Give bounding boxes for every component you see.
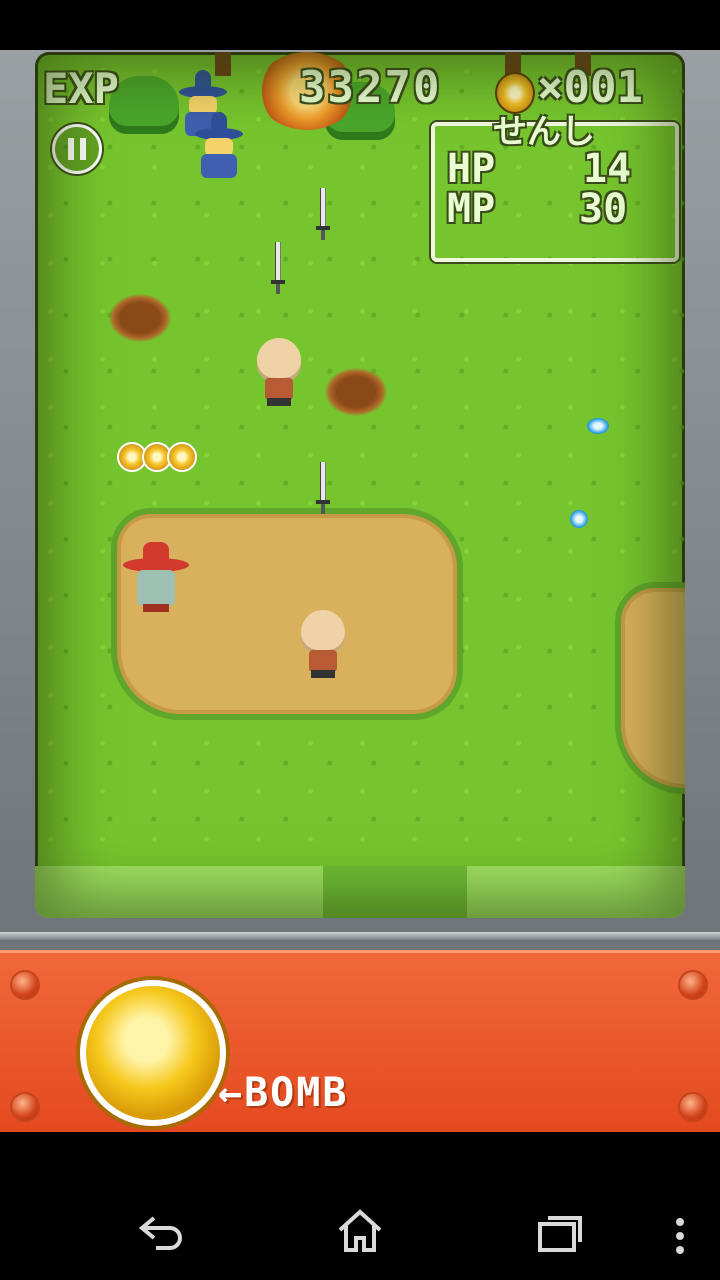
- game-screen[interactable]: EXP 33270 ×001 せんし HP 14 MP 30: [35, 52, 685, 918]
- pause-icon-bar: [80, 138, 86, 160]
- bezel-edge: [0, 932, 720, 940]
- blue-gem: [587, 418, 609, 434]
- rivet: [680, 1094, 706, 1120]
- bomb-button[interactable]: [80, 980, 226, 1126]
- class-name: せんし: [493, 112, 595, 152]
- sword-projectile: [271, 242, 285, 294]
- pause-icon: [68, 138, 74, 160]
- mp-value: 30: [579, 186, 628, 232]
- dirt-hole: [109, 294, 171, 342]
- pause-button[interactable]: [52, 124, 102, 174]
- exp-label: EXP: [43, 64, 119, 113]
- bush: [109, 76, 179, 134]
- back-icon[interactable]: [136, 1212, 184, 1260]
- home-icon[interactable]: [336, 1208, 384, 1262]
- dirt-hole: [325, 368, 387, 416]
- red-witch-enemy: [123, 542, 189, 614]
- sword-projectile: [316, 462, 330, 514]
- rivet: [12, 972, 38, 998]
- hero-character: [297, 610, 349, 680]
- grass-path: [323, 866, 467, 918]
- rivet: [12, 1094, 38, 1120]
- exp-value: 33270: [299, 62, 442, 113]
- dirt-patch: [615, 582, 685, 794]
- recents-icon[interactable]: [536, 1212, 584, 1262]
- status-bar: [0, 0, 720, 50]
- hero-character: [253, 338, 305, 408]
- sword-projectile: [316, 188, 330, 240]
- blue-mage-enemy: [189, 112, 249, 182]
- blue-gem: [570, 510, 588, 528]
- navigation-bar: [0, 1132, 720, 1280]
- rivet: [680, 972, 706, 998]
- dirt-patch: [111, 508, 463, 720]
- bomb-label: ←BOMB: [218, 1070, 349, 1116]
- tree-trunk: [215, 52, 231, 76]
- mp-label: MP: [447, 186, 496, 232]
- gold-coin: [167, 442, 197, 472]
- overflow-menu-icon[interactable]: [674, 1216, 686, 1264]
